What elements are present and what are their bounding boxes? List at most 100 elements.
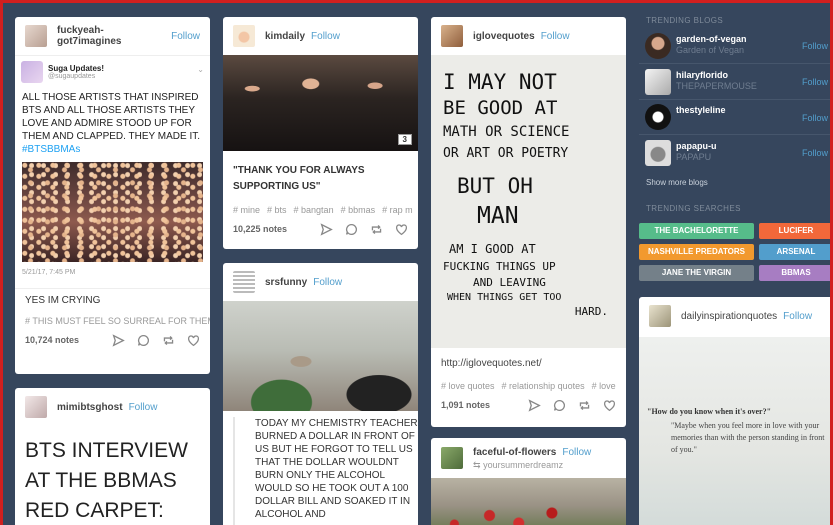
reblog-source-name: yoursummerdreamz (483, 460, 564, 470)
trending-search-the-bachelorette[interactable]: THE BACHELORETTE (639, 223, 754, 239)
quote-heading: "How do you know when it's over?" (647, 407, 772, 416)
share-icon[interactable] (112, 333, 125, 347)
avatar[interactable] (25, 396, 47, 418)
post-fuckyeah-got7imagines: fuckyeah-got7imagines Follow Suga Update… (15, 17, 210, 374)
post-actions (320, 222, 408, 236)
avatar[interactable] (645, 69, 671, 95)
avatar[interactable] (233, 25, 255, 47)
tag[interactable]: # rap m (382, 205, 413, 215)
follow-button[interactable]: Follow (802, 113, 828, 123)
reply-icon[interactable] (137, 334, 150, 347)
follow-button[interactable]: Follow (541, 31, 570, 42)
post-actions (112, 333, 200, 347)
blog-name[interactable]: hilaryflorido (676, 70, 728, 80)
follow-button[interactable]: Follow (562, 447, 591, 458)
reply-icon[interactable] (345, 223, 358, 236)
quote-line: WHEN THINGS GET TOO (447, 292, 562, 303)
post-title: BTS INTERVIEW AT THE BBMAS RED CARPET: (25, 439, 188, 522)
hashtag-link[interactable]: #BTSBBMAs (22, 143, 203, 156)
avatar[interactable] (645, 140, 671, 166)
post-username[interactable]: iglovequotes (473, 31, 535, 42)
post-footer: 1,091 notes (431, 391, 626, 419)
tweet-name: Suga Updates! (48, 63, 105, 73)
trending-search-arsenal[interactable]: ARSENAL (759, 244, 833, 260)
avatar[interactable] (649, 305, 671, 327)
follow-button[interactable]: Follow (171, 31, 200, 42)
follow-button[interactable]: Follow (802, 148, 828, 158)
post-actions (528, 398, 616, 412)
notes-count[interactable]: 1,091 notes (441, 400, 490, 410)
reply-icon[interactable] (553, 399, 566, 412)
post-username[interactable]: dailyinspirationquotes (681, 311, 777, 322)
follow-button[interactable]: Follow (802, 77, 828, 87)
follow-button[interactable]: Follow (313, 277, 342, 288)
reblog-icon[interactable] (578, 399, 591, 412)
trending-search-bbmas[interactable]: BBMAS (759, 265, 833, 281)
post-link[interactable]: http://iglovequotes.net/ (431, 348, 626, 369)
post-username[interactable]: fuckyeah-got7imagines (57, 25, 165, 47)
trending-search-nashville-predators[interactable]: NASHVILLE PREDATORS (639, 244, 754, 260)
tag[interactable]: # bts (267, 205, 287, 215)
post-header: iglovequotes Follow (431, 17, 626, 55)
tag[interactable]: # mine (233, 205, 260, 215)
post-username[interactable]: kimdaily (265, 31, 305, 42)
crowd-photo[interactable] (22, 162, 203, 262)
notes-count[interactable]: 10,225 notes (233, 224, 287, 234)
tweet-avatar (21, 60, 43, 83)
quote-line: AM I GOOD AT (449, 242, 536, 256)
reblog-icon[interactable] (370, 223, 383, 236)
like-icon[interactable] (187, 334, 200, 347)
blog-name[interactable]: papapu-u (676, 141, 717, 151)
blog-name[interactable]: garden-of-vegan (676, 34, 747, 44)
post-header: faceful-of-flowers Follow ⇆ yoursummerdr… (431, 438, 626, 471)
like-icon[interactable] (395, 223, 408, 236)
follow-button[interactable]: Follow (783, 311, 812, 322)
post-comment: YES IM CRYING (25, 295, 101, 306)
reblog-source[interactable]: ⇆ yoursummerdreamz (473, 460, 591, 471)
tag[interactable]: # relationship quotes (502, 381, 585, 391)
photoset-image[interactable]: 3 (223, 55, 418, 151)
blog-subtitle: Garden of Vegan (676, 45, 745, 55)
quote-image[interactable]: "How do you know when it's over?" "Maybe… (639, 337, 833, 525)
avatar[interactable] (441, 25, 463, 47)
avatar[interactable] (233, 271, 255, 293)
tag[interactable]: # THIS MUST FEEL SO SURREAL FOR THEM (25, 316, 210, 326)
trending-blog-garden-of-vegan[interactable]: garden-of-vegan Garden of Vegan Follow (639, 30, 833, 64)
quote-line: HARD. (574, 305, 608, 318)
blog-name[interactable]: thestyleline (676, 105, 726, 115)
follow-button[interactable]: Follow (129, 402, 158, 413)
handwritten-quote-image[interactable]: I MAY NOT BE GOOD AT MATH OR SCIENCE OR … (431, 55, 626, 348)
tweet-body: ALL THOSE ARTISTS THAT INSPIRED BTS AND … (22, 92, 201, 142)
tweet-date: 5/21/17, 7:45 PM (22, 269, 76, 276)
post-username[interactable]: mimibtsghost (57, 402, 123, 413)
flowers-photo[interactable] (431, 478, 626, 525)
avatar[interactable] (645, 104, 671, 130)
trending-blog-hilaryflorido[interactable]: hilaryflorido THEPAPERMOUSE Follow (639, 66, 833, 100)
notes-count[interactable]: 10,724 notes (25, 335, 79, 345)
sidebar-promoted-post: dailyinspirationquotes Follow "How do yo… (639, 297, 833, 525)
avatar[interactable] (25, 25, 47, 47)
classroom-photo[interactable] (223, 301, 418, 411)
chevron-down-icon[interactable]: ⌄ (197, 65, 204, 74)
tag[interactable]: # love (592, 381, 616, 391)
trending-search-jane-the-virgin[interactable]: JANE THE VIRGIN (639, 265, 754, 281)
trending-blog-papapu-u[interactable]: papapu-u PAPAPU Follow (639, 137, 833, 171)
tag[interactable]: # love quotes (441, 381, 495, 391)
quote-line: AND LEAVING (473, 276, 546, 289)
avatar[interactable] (645, 33, 671, 59)
follow-button[interactable]: Follow (802, 41, 828, 51)
follow-button[interactable]: Follow (311, 31, 340, 42)
tag[interactable]: # bbmas (341, 205, 376, 215)
share-icon[interactable] (528, 398, 541, 412)
trending-searches-title: TRENDING SEARCHES (646, 204, 741, 213)
tag[interactable]: # bangtan (294, 205, 334, 215)
show-more-blogs-link[interactable]: Show more blogs (646, 178, 708, 187)
post-username[interactable]: faceful-of-flowers (473, 447, 556, 458)
reblog-icon[interactable] (162, 334, 175, 347)
trending-blog-thestyleline[interactable]: thestyleline Follow (639, 101, 833, 135)
like-icon[interactable] (603, 399, 616, 412)
share-icon[interactable] (320, 222, 333, 236)
avatar[interactable] (441, 447, 463, 469)
post-username[interactable]: srsfunny (265, 277, 307, 288)
trending-search-lucifer[interactable]: LUCIFER (759, 223, 833, 239)
